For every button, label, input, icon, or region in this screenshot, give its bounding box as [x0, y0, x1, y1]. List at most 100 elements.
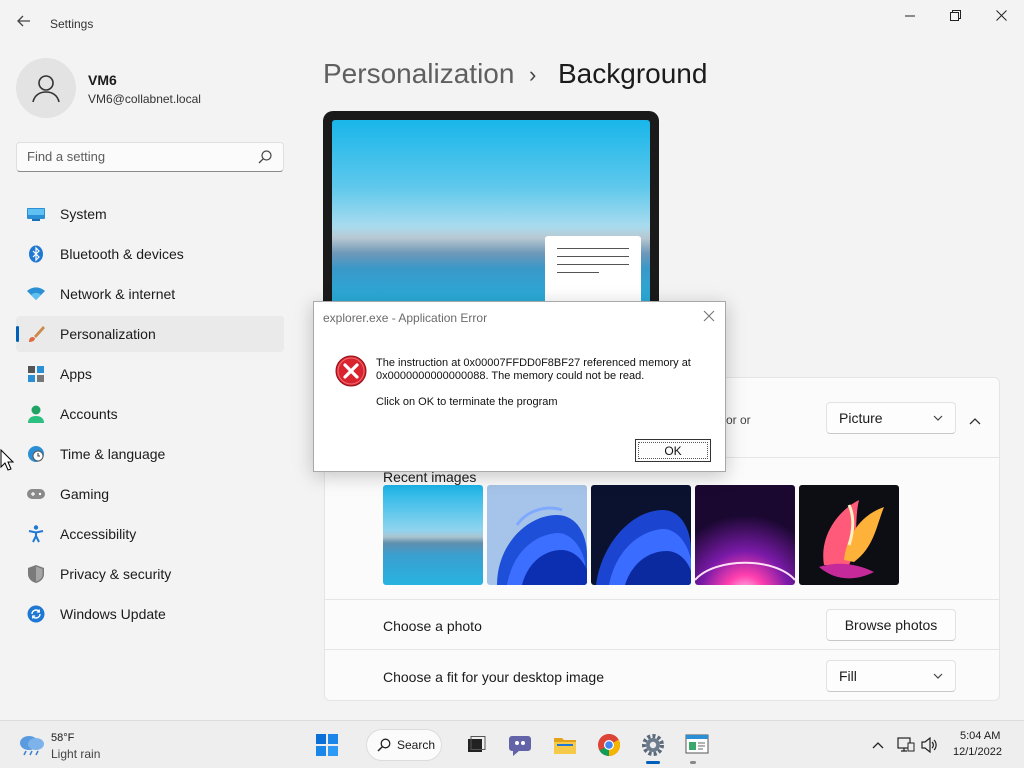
control-panel-button[interactable]	[685, 733, 709, 757]
search-icon	[258, 150, 272, 164]
collapse-button[interactable]	[961, 408, 989, 436]
chevron-down-icon	[933, 415, 943, 421]
sidebar-item-label: Gaming	[60, 486, 110, 502]
sidebar-item-label: Windows Update	[60, 606, 166, 622]
network-wired-icon	[897, 737, 915, 752]
sidebar-nav: System Bluetooth & devices Network & int…	[16, 196, 284, 636]
minimize-button[interactable]	[887, 6, 933, 28]
minimize-icon	[905, 15, 915, 17]
browse-photos-button[interactable]: Browse photos	[826, 609, 956, 641]
sidebar-item-apps[interactable]: Apps	[16, 356, 284, 392]
chevron-up-icon	[872, 742, 884, 749]
windows-logo-icon	[316, 734, 338, 756]
gear-icon	[642, 734, 664, 756]
folder-icon	[554, 738, 576, 754]
teams-chat-button[interactable]	[508, 733, 532, 757]
sidebar-item-system[interactable]: System	[16, 196, 284, 232]
recent-image-4[interactable]	[695, 485, 795, 585]
sidebar-item-label: Accessibility	[60, 526, 137, 542]
page-title: Background	[558, 58, 708, 89]
running-app-indicator	[690, 761, 696, 764]
fit-dropdown[interactable]: Fill	[826, 660, 956, 692]
background-type-dropdown[interactable]: Picture	[826, 402, 956, 434]
sidebar-item-label: Network & internet	[60, 286, 176, 302]
sidebar-item-accounts[interactable]: Accounts	[16, 396, 284, 432]
chevron-up-icon	[969, 418, 981, 425]
preview-line	[557, 264, 629, 265]
dialog-message: The instruction at 0x00007FFDD0F8BF27 re…	[376, 357, 691, 382]
sidebar-item-network[interactable]: Network & internet	[16, 276, 284, 312]
sidebar-item-gaming[interactable]: Gaming	[16, 476, 284, 512]
mouse-cursor-icon	[0, 449, 14, 471]
monitor-icon	[27, 205, 45, 223]
sidebar-item-privacy[interactable]: Privacy & security	[16, 556, 284, 592]
update-icon	[27, 605, 45, 623]
sidebar-item-label: Personalization	[60, 326, 156, 342]
volume-tray-button[interactable]	[921, 736, 939, 754]
close-icon	[995, 10, 1007, 21]
chrome-button[interactable]	[597, 733, 621, 757]
active-app-indicator	[646, 761, 660, 764]
user-name: VM6	[88, 72, 117, 88]
ok-button[interactable]: OK	[635, 439, 711, 462]
wifi-icon	[27, 285, 45, 303]
weather-description: Light rain	[51, 747, 101, 761]
network-tray-button[interactable]	[897, 736, 915, 754]
glow-wallpaper	[695, 485, 795, 585]
dialog-instruction: Click on OK to terminate the program	[376, 396, 558, 408]
sidebar-item-label: Accounts	[60, 406, 118, 422]
accessibility-icon	[27, 525, 45, 543]
recent-image-3[interactable]	[591, 485, 691, 585]
person-icon	[27, 405, 45, 423]
shield-icon	[27, 565, 45, 583]
breadcrumb-parent[interactable]: Personalization	[323, 58, 514, 90]
recent-image-2[interactable]	[487, 485, 587, 585]
file-explorer-button[interactable]	[553, 733, 577, 757]
sidebar-item-label: System	[60, 206, 107, 222]
sidebar-item-label: Privacy & security	[60, 566, 172, 582]
sidebar-item-accessibility[interactable]: Accessibility	[16, 516, 284, 552]
close-button[interactable]	[978, 6, 1024, 28]
search-box[interactable]	[16, 142, 284, 172]
dropdown-value: Fill	[839, 668, 857, 684]
fit-label: Choose a fit for your desktop image	[383, 669, 605, 685]
sidebar-item-label: Apps	[60, 366, 92, 382]
settings-taskbar-button[interactable]	[641, 733, 665, 757]
user-email: VM6@collabnet.local	[88, 92, 201, 106]
gamepad-icon	[27, 485, 45, 503]
recent-image-5[interactable]	[799, 485, 899, 585]
sidebar-item-time-language[interactable]: Time & language	[16, 436, 284, 472]
globe-clock-icon	[27, 445, 45, 463]
title-bar: Settings	[0, 0, 1024, 48]
restore-icon	[949, 10, 961, 21]
start-button[interactable]	[315, 733, 339, 757]
restore-button[interactable]	[932, 6, 978, 28]
close-icon[interactable]	[701, 308, 717, 324]
sidebar-item-label: Time & language	[60, 446, 166, 462]
rain-cloud-icon	[20, 736, 44, 756]
paintbrush-icon	[27, 325, 45, 343]
taskbar-search-button[interactable]: Search	[366, 729, 442, 761]
back-button[interactable]	[14, 14, 34, 34]
sidebar-item-bluetooth[interactable]: Bluetooth & devices	[16, 236, 284, 272]
apps-icon	[27, 365, 45, 383]
arrow-left-icon	[17, 15, 30, 27]
search-icon	[377, 738, 391, 752]
sidebar-item-personalization[interactable]: Personalization	[16, 316, 284, 352]
sidebar-item-windows-update[interactable]: Windows Update	[16, 596, 284, 632]
desktop-preview	[323, 111, 659, 311]
recent-image-1[interactable]	[383, 485, 483, 585]
flow-wallpaper	[799, 485, 899, 585]
task-view-button[interactable]	[464, 733, 488, 757]
background-description: or or	[726, 413, 751, 427]
chat-icon	[509, 736, 531, 756]
weather-temperature: 58°F	[51, 732, 75, 744]
search-input[interactable]	[27, 149, 247, 164]
chrome-icon	[598, 734, 620, 756]
avatar[interactable]	[16, 58, 76, 118]
taskbar-search-label: Search	[397, 738, 436, 752]
choose-photo-label: Choose a photo	[383, 618, 482, 634]
preview-line	[557, 272, 599, 273]
divider	[325, 649, 999, 650]
show-hidden-icons-button[interactable]	[869, 736, 887, 754]
